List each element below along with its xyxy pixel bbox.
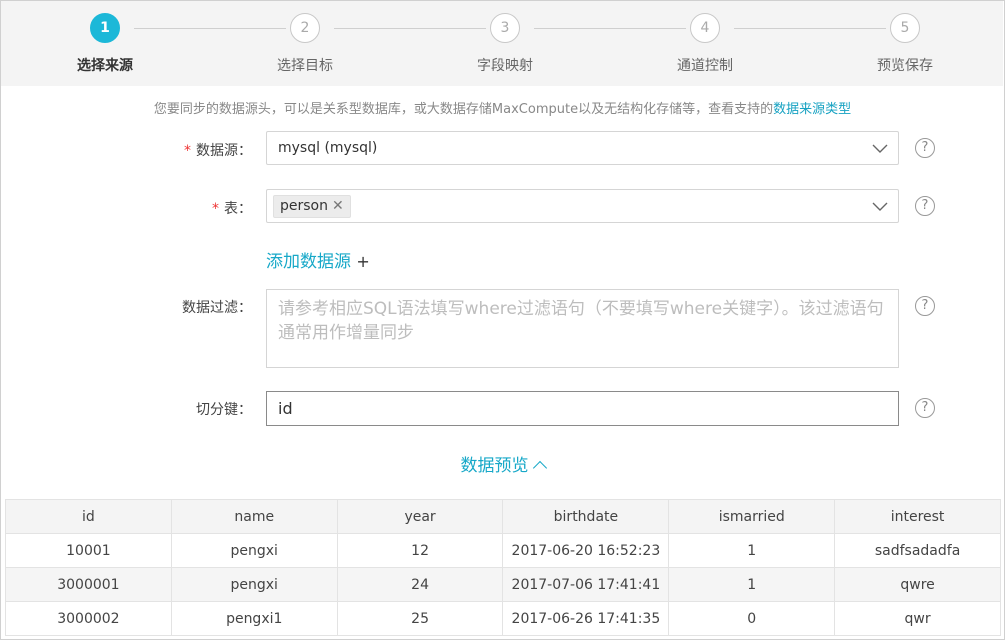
table-cell: pengxi (170, 567, 338, 602)
preview-table: id name year birthdate ismarried interes… (5, 499, 1001, 636)
step-5[interactable]: 5 预览保存 (845, 1, 965, 86)
table-cell: 3000002 (5, 601, 172, 636)
source-hint: 您要同步的数据源头，可以是关系型数据库，或大数据存储MaxCompute以及无结… (0, 98, 1005, 117)
table-header-row: id name year birthdate ismarried interes… (5, 499, 1001, 534)
step-number: 3 (490, 13, 520, 43)
step-label: 通道控制 (677, 58, 733, 74)
table-cell: 2017-07-06 17:41:41 (502, 567, 670, 602)
help-icon[interactable]: ? (915, 196, 935, 216)
data-preview-toggle[interactable]: 数据预览 (0, 451, 1005, 476)
table-label: * 表： (150, 198, 252, 218)
table-cell: 25 (336, 601, 504, 636)
filter-label: 数据过滤： (182, 300, 252, 316)
column-header: id (5, 499, 172, 534)
table-tag-label: person (280, 198, 328, 214)
table-cell: 0 (668, 601, 836, 636)
help-icon[interactable]: ? (915, 138, 935, 158)
chevron-down-icon (872, 202, 888, 211)
filter-textarea[interactable] (266, 289, 899, 368)
help-icon[interactable]: ? (915, 398, 935, 418)
data-preview-label: 数据预览 (460, 456, 529, 476)
column-header: birthdate (502, 499, 670, 534)
stepper: 1 选择来源 2 选择目标 3 字段映射 4 通道控制 5 预览保存 (1, 1, 1003, 86)
step-1[interactable]: 1 选择来源 (45, 1, 165, 86)
table-cell: qwre (834, 567, 1001, 602)
table-cell: pengxi1 (170, 601, 338, 636)
table-cell: 2017-06-20 16:52:23 (502, 533, 670, 568)
step-3[interactable]: 3 字段映射 (445, 1, 565, 86)
add-datasource-label: 添加数据源 (266, 252, 351, 272)
table-cell: 1 (668, 533, 836, 568)
step-label: 预览保存 (877, 58, 933, 74)
table-row: 10001 pengxi 12 2017-06-20 16:52:23 1 sa… (5, 533, 1001, 568)
step-label: 字段映射 (477, 58, 533, 74)
table-cell: pengxi (170, 533, 338, 568)
datasource-label-text: 数据源： (196, 143, 252, 159)
column-header: ismarried (668, 499, 836, 534)
add-datasource-link[interactable]: 添加数据源 + (266, 247, 370, 272)
datasource-label: * 数据源： (150, 140, 252, 160)
hint-text: 您要同步的数据源头，可以是关系型数据库，或大数据存储MaxCompute以及无结… (153, 102, 774, 117)
step-label: 选择目标 (277, 58, 333, 74)
close-icon[interactable]: ✕ (332, 198, 344, 214)
required-mark: * (184, 143, 191, 159)
table-cell: 10001 (5, 533, 172, 568)
chevron-down-icon (872, 144, 888, 153)
help-icon[interactable]: ? (915, 296, 935, 316)
datasource-value: mysql (mysql) (278, 140, 378, 156)
table-cell: sadfsadadfa (834, 533, 1001, 568)
table-cell: qwr (834, 601, 1001, 636)
column-header: year (336, 499, 504, 534)
table-row: 3000001 pengxi 24 2017-07-06 17:41:41 1 … (5, 567, 1001, 602)
plus-icon: + (356, 252, 370, 271)
step-number: 2 (290, 13, 320, 43)
column-header: interest (834, 499, 1001, 534)
table-label-text: 表： (224, 201, 252, 217)
table-row: 3000002 pengxi1 25 2017-06-26 17:41:35 0… (5, 601, 1001, 636)
table-cell: 24 (336, 567, 504, 602)
step-number: 4 (690, 13, 720, 43)
table-cell: 2017-06-26 17:41:35 (502, 601, 670, 636)
step-number: 5 (890, 13, 920, 43)
datasource-select[interactable]: mysql (mysql) (266, 131, 899, 165)
table-tag: person ✕ (273, 195, 351, 218)
table-cell: 3000001 (5, 567, 172, 602)
table-cell: 12 (336, 533, 504, 568)
step-4[interactable]: 4 通道控制 (645, 1, 765, 86)
step-number: 1 (90, 13, 120, 43)
split-key-input[interactable] (266, 391, 899, 426)
table-select[interactable]: person ✕ (266, 189, 899, 223)
split-key-label: 切分键： (196, 402, 252, 418)
step-label: 选择来源 (77, 58, 133, 74)
source-types-link[interactable]: 数据来源类型 (773, 102, 851, 117)
step-2[interactable]: 2 选择目标 (245, 1, 365, 86)
column-header: name (170, 499, 338, 534)
chevron-up-icon (532, 460, 547, 476)
table-cell: 1 (668, 567, 836, 602)
required-mark: * (212, 201, 219, 217)
